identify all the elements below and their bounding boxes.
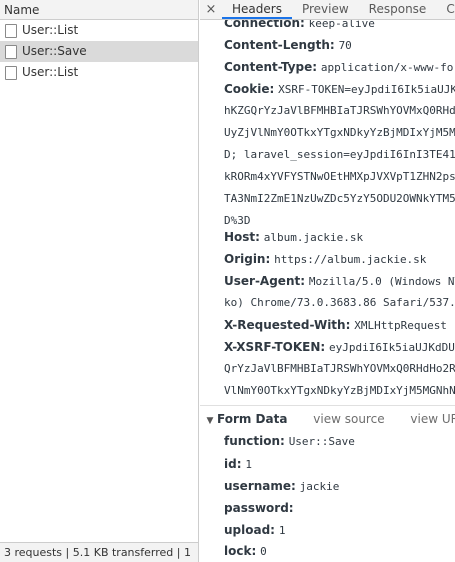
- cookie-continuation: hKZGQrYzJaVlBFMHBIaTJRSWhYOVMxQ0RHd: [224, 104, 455, 117]
- form-field-password: password:: [224, 501, 294, 515]
- view-url-encoded-link[interactable]: view URL en: [410, 412, 455, 426]
- request-row[interactable]: User::List: [0, 20, 198, 41]
- cookie-continuation: TA3NmI2ZmE1NzUwZDc5YzY5ODU2OWNkYTM5: [224, 192, 455, 205]
- tab-response[interactable]: Response: [359, 0, 437, 19]
- tab-cookies[interactable]: Cooki: [436, 0, 455, 19]
- document-icon: [5, 65, 17, 80]
- cookie-continuation: kRORm4xYVFYSTNwOEtHMXpJVXVpT1ZHN2ps: [224, 170, 455, 183]
- form-field-lock: lock: 0: [224, 544, 267, 558]
- form-data-section-header[interactable]: ▼Form Data view source view URL en: [200, 405, 455, 431]
- request-list-pane: Name User::List User::Save User::List 3 …: [0, 0, 199, 562]
- request-name: User::List: [22, 65, 79, 79]
- header-content-length: Content-Length: 70: [224, 38, 352, 52]
- header-x-xsrf-token: X-XSRF-TOKEN: eyJpdiI6Ik5iaUJKdDUyT: [224, 340, 455, 354]
- form-field-upload: upload: 1: [224, 523, 286, 537]
- request-details-pane: Connection: keep-alive Content-Length: 7…: [200, 0, 455, 562]
- tab-preview[interactable]: Preview: [292, 0, 359, 19]
- close-icon[interactable]: ×: [200, 0, 222, 19]
- request-name: User::Save: [22, 44, 87, 58]
- header-origin: Origin: https://album.jackie.sk: [224, 252, 427, 266]
- view-source-link[interactable]: view source: [313, 412, 384, 426]
- triangle-down-icon[interactable]: ▼: [203, 408, 217, 434]
- status-bar: 3 requests | 5.1 KB transferred | 1: [0, 542, 198, 562]
- cookie-continuation: UyZjVlNmY0OTkxYTgxNDkyYzBjMDIxYjM5M: [224, 126, 455, 139]
- detail-tab-bar: × Headers Preview Response Cooki: [200, 0, 455, 20]
- form-field-function: function: User::Save: [224, 434, 355, 448]
- header-cookie: Cookie: XSRF-TOKEN=eyJpdiI6Ik5iaUJKc: [224, 82, 455, 96]
- request-row-selected[interactable]: User::Save: [0, 41, 198, 62]
- header-x-requested-with: X-Requested-With: XMLHttpRequest: [224, 318, 447, 332]
- form-data-title: Form Data: [217, 412, 288, 426]
- header-host: Host: album.jackie.sk: [224, 230, 364, 244]
- header-user-agent: User-Agent: Mozilla/5.0 (Windows NT: [224, 274, 455, 288]
- xsrf-continuation: VlNmY0OTkxYTgxNDkyYzBjMDIxYjM5MGNhN: [224, 384, 455, 397]
- request-row[interactable]: User::List: [0, 62, 198, 83]
- tab-headers[interactable]: Headers: [222, 0, 292, 19]
- user-agent-continuation: ko) Chrome/73.0.3683.86 Safari/537.: [224, 296, 455, 309]
- form-field-id: id: 1: [224, 457, 252, 471]
- document-icon: [5, 23, 17, 38]
- document-icon: [5, 44, 17, 59]
- request-name: User::List: [22, 23, 79, 37]
- form-field-username: username: jackie: [224, 479, 340, 493]
- xsrf-continuation: QrYzJaVlBFMHBIaTJRSWhYOVMxQ0RHdHo2R: [224, 362, 455, 375]
- header-content-type: Content-Type: application/x-www-form: [224, 60, 455, 74]
- cookie-continuation: D; laravel_session=eyJpdiI6InI3TE41: [224, 148, 455, 161]
- name-column-header[interactable]: Name: [0, 0, 198, 20]
